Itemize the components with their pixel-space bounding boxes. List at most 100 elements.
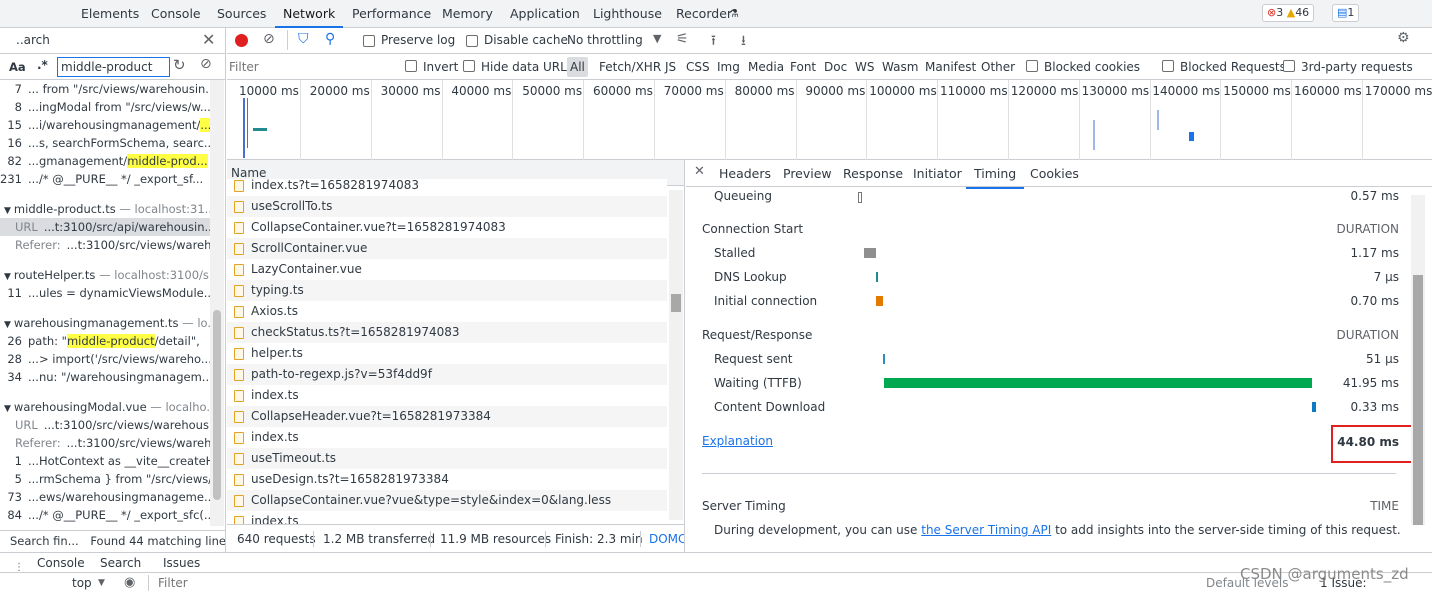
filter-input[interactable] [229, 58, 394, 76]
context-select[interactable]: top [72, 573, 92, 593]
eye-icon[interactable]: ◉ [124, 573, 135, 593]
result-line[interactable]: 7 ... from "/src/views/warehousin... [0, 80, 210, 98]
filter-type-other[interactable]: Other [981, 60, 1015, 74]
result-line[interactable]: 1 ...HotContext as __vite__createH... [0, 452, 210, 470]
request-row[interactable]: LazyContainer.vue [227, 259, 667, 280]
result-line[interactable]: 34 ...nu: "/warehousingmanagem... [0, 368, 210, 386]
request-row[interactable]: useDesign.ts?t=1658281973384 [227, 469, 667, 490]
explanation-link[interactable]: Explanation [702, 431, 773, 451]
request-row[interactable]: index.ts?t=1658281974083 [227, 179, 667, 196]
filter-type-wasm[interactable]: Wasm [882, 60, 918, 74]
request-row[interactable]: ScrollContainer.vue [227, 238, 667, 259]
request-row[interactable]: typing.ts [227, 280, 667, 301]
result-meta-row[interactable]: URL ...t:3100/src/api/warehousin... [0, 218, 210, 236]
blocked-requests-checkbox[interactable] [1162, 60, 1174, 72]
console-filter-input[interactable] [158, 574, 1198, 592]
details-scrollbar[interactable] [1411, 195, 1425, 525]
tab-lighthouse[interactable]: Lighthouse [593, 6, 662, 21]
upload-icon[interactable]: ⭱ [711, 30, 716, 54]
tab-preview[interactable]: Preview [783, 166, 832, 181]
request-row[interactable]: Axios.ts [227, 301, 667, 322]
expand-arrow-icon[interactable]: ▼ [4, 272, 11, 282]
network-overview[interactable]: 10000 ms 20000 ms 30000 ms 40000 ms 50000 ms… [227, 80, 1432, 160]
invert-checkbox[interactable] [405, 60, 417, 72]
request-row[interactable]: path-to-regexp.js?v=53f4dd9f [227, 364, 667, 385]
results-scrollbar[interactable] [210, 80, 224, 526]
request-list-scrollbar[interactable] [669, 190, 683, 520]
result-file-header[interactable]: ▼ middle-product.ts — localhost:31... [0, 200, 210, 218]
tab-initiator[interactable]: Initiator [913, 166, 962, 181]
regex-button[interactable]: .* [37, 58, 48, 72]
drawer-tab-search[interactable]: Search [100, 553, 141, 573]
filter-type-font[interactable]: Font [790, 60, 816, 74]
tab-performance[interactable]: Performance [352, 6, 431, 21]
search-input[interactable] [57, 57, 170, 77]
filter-type-fetch-xhr[interactable]: Fetch/XHR [599, 60, 661, 74]
result-file-header[interactable]: ▼ routeHelper.ts — localhost:3100/s... [0, 266, 210, 284]
chevron-down-icon[interactable]: ▼ [653, 32, 661, 45]
filter-type-css[interactable]: CSS [686, 60, 710, 74]
download-icon[interactable]: ⭳ [741, 30, 746, 54]
scrollbar-thumb[interactable] [213, 310, 221, 500]
filter-type-all[interactable]: All [567, 57, 588, 77]
filter-type-manifest[interactable]: Manifest [925, 60, 976, 74]
result-meta-row[interactable]: Referer: ...t:3100/src/views/wareh... [0, 434, 210, 452]
message-counter[interactable]: ▤1 [1332, 4, 1360, 22]
result-meta-row[interactable]: URL ...t:3100/src/views/warehousi... [0, 416, 210, 434]
request-row[interactable]: useScrollTo.ts [227, 196, 667, 217]
result-line[interactable]: 82 ...gmanagement/middle-prod... [0, 152, 210, 170]
request-row[interactable]: index.ts [227, 427, 667, 448]
filter-type-img[interactable]: Img [717, 60, 740, 74]
request-row[interactable]: CollapseHeader.vue?t=1658281973384 [227, 406, 667, 427]
filter-type-js[interactable]: JS [665, 60, 676, 74]
drawer-tab-issues[interactable]: Issues [163, 553, 200, 573]
match-case-button[interactable]: Aa [9, 60, 26, 74]
result-line[interactable]: 5 ...rmSchema } from "/src/views/... [0, 470, 210, 488]
request-row[interactable]: CollapseContainer.vue?t=1658281974083 [227, 217, 667, 238]
tab-application[interactable]: Application [510, 6, 580, 21]
tab-console[interactable]: Console [151, 6, 201, 21]
expand-arrow-icon[interactable]: ▼ [4, 206, 11, 216]
expand-arrow-icon[interactable]: ▼ [4, 320, 11, 330]
clear-log-icon[interactable]: ⊘ [263, 31, 275, 47]
tab-network[interactable]: Network [274, 6, 344, 28]
result-meta-row[interactable]: Referer: ...t:3100/src/views/wareh... [0, 236, 210, 254]
request-row[interactable]: index.ts [227, 385, 667, 406]
result-file-header[interactable]: ▼warehousingModal.vue — localho... [0, 398, 210, 416]
result-line[interactable]: 84 .../* @__PURE__ */ _export_sfc(... [0, 506, 210, 524]
tab-elements[interactable]: Elements [81, 6, 139, 21]
network-conditions-icon[interactable]: ⚟ [676, 31, 689, 47]
settings-gear-icon[interactable]: ⚙ [1397, 30, 1410, 46]
refresh-icon[interactable]: ↻ [173, 56, 186, 74]
third-party-checkbox[interactable] [1283, 60, 1295, 72]
search-icon[interactable]: ⚲ [325, 31, 335, 47]
result-line[interactable]: 16 ...s, searchFormSchema, searc... [0, 134, 210, 152]
request-row[interactable]: checkStatus.ts?t=1658281974083 [227, 322, 667, 343]
tab-response[interactable]: Response [843, 166, 903, 181]
result-line[interactable]: 26 path: "middle-product/detail", [0, 332, 210, 350]
filter-type-doc[interactable]: Doc [824, 60, 847, 74]
request-row[interactable]: helper.ts [227, 343, 667, 364]
hide-data-urls-checkbox[interactable] [463, 60, 475, 72]
disable-cache-checkbox[interactable] [466, 35, 478, 47]
drawer-tab-console[interactable]: Console [37, 553, 85, 573]
result-line[interactable]: 28 ...> import('/src/views/wareho... [0, 350, 210, 368]
expand-arrow-icon[interactable]: ▼ [4, 404, 11, 414]
tab-sources[interactable]: Sources [217, 6, 266, 21]
server-timing-api-link[interactable]: the Server Timing API [921, 523, 1051, 537]
close-details-icon[interactable]: ✕ [694, 164, 705, 179]
filter-type-media[interactable]: Media [748, 60, 784, 74]
filter-type-ws[interactable]: WS [855, 60, 874, 74]
result-line[interactable]: 15 ...i/warehousingmanagement/... [0, 116, 210, 134]
request-row[interactable]: index.ts [227, 511, 667, 524]
tab-recorder[interactable]: Recorder [676, 6, 732, 21]
tab-timing[interactable]: Timing [965, 166, 1025, 189]
record-icon[interactable] [235, 34, 248, 47]
result-line[interactable]: 8 ...ingModal from "/src/views/w... [0, 98, 210, 116]
blocked-cookies-checkbox[interactable] [1026, 60, 1038, 72]
tab-cookies[interactable]: Cookies [1030, 166, 1079, 181]
chevron-down-icon[interactable]: ▼ [98, 573, 105, 593]
tab-memory[interactable]: Memory [442, 6, 493, 21]
clear-icon[interactable]: ⊘ [200, 56, 212, 72]
close-icon[interactable]: ✕ [202, 30, 215, 49]
